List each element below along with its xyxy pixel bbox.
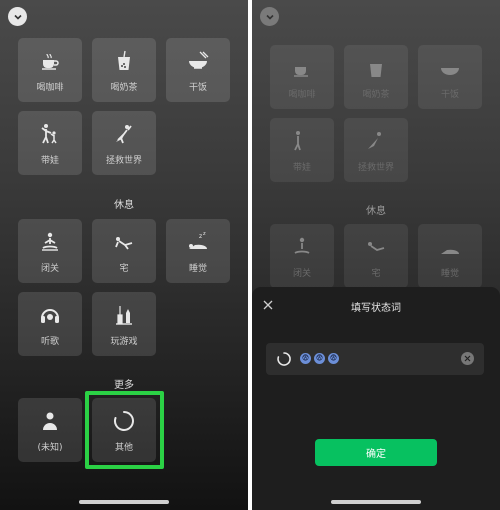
tile-label: 喝咖啡 bbox=[36, 82, 64, 93]
superhero-icon bbox=[111, 121, 137, 147]
status-tile-sleep[interactable]: 睡觉 bbox=[418, 224, 482, 288]
status-tile-seclusion[interactable]: 闭关 bbox=[270, 224, 334, 288]
section-title-rest: 休息 bbox=[366, 206, 386, 217]
status-tile-eat[interactable]: 干饭 bbox=[166, 38, 230, 102]
status-tile-milk-tea[interactable]: 喝奶茶 bbox=[344, 45, 408, 109]
headphones-icon bbox=[37, 302, 63, 328]
tile-label: 喝奶茶 bbox=[362, 89, 390, 100]
home-indicator bbox=[79, 500, 169, 504]
person-icon bbox=[37, 408, 63, 434]
tile-label: 带娃 bbox=[292, 162, 311, 173]
tile-label: 带娃 bbox=[40, 155, 59, 166]
tile-label: 睡觉 bbox=[188, 263, 207, 274]
status-tile-coffee[interactable]: 喝咖啡 bbox=[270, 45, 334, 109]
status-picker-panel: 喝咖啡 喝奶茶 干饭 带娃 拯救世界 休息 闭关 宅 z z 睡觉 听歌 玩游戏… bbox=[0, 0, 248, 510]
svg-text:z: z bbox=[199, 233, 202, 240]
superhero-icon bbox=[363, 128, 389, 154]
status-text-input[interactable]: 😨 😨 😨 bbox=[266, 343, 484, 375]
home-indicator bbox=[331, 500, 421, 504]
status-tile-sleep[interactable]: zz 睡觉 bbox=[166, 219, 230, 283]
status-tile-save-world[interactable]: 拯救世界 bbox=[92, 111, 156, 175]
ring-icon bbox=[277, 352, 291, 366]
status-input-panel: 喝咖啡 喝奶茶 干饭 带娃 拯救世界 休息 闭关 宅 睡觉 填写状态词 😨 � bbox=[252, 0, 500, 510]
svg-text:z: z bbox=[203, 231, 206, 237]
tile-label: 宅 bbox=[371, 268, 381, 279]
status-tile-seclusion[interactable]: 闭关 bbox=[18, 219, 82, 283]
sheet-title: 填写状态词 bbox=[351, 303, 401, 314]
chevron-down-icon bbox=[265, 14, 274, 20]
rice-bowl-icon bbox=[185, 48, 211, 74]
status-tile-homebody[interactable]: 宅 bbox=[344, 224, 408, 288]
selection-highlight bbox=[85, 391, 164, 469]
rice-bowl-icon bbox=[437, 55, 463, 81]
milk-tea-icon bbox=[363, 55, 389, 81]
section-title-more: 更多 bbox=[114, 380, 134, 391]
status-tile-childcare[interactable]: 带娃 bbox=[18, 111, 82, 175]
status-tile-gaming[interactable]: 玩游戏 bbox=[92, 292, 156, 356]
collapse-button[interactable] bbox=[8, 7, 27, 26]
coffee-cup-icon bbox=[37, 48, 63, 74]
tile-label: 闭关 bbox=[292, 268, 311, 279]
game-icon bbox=[111, 302, 137, 328]
parent-child-icon bbox=[289, 128, 315, 154]
status-text-sheet: 填写状态词 😨 😨 😨 确定 bbox=[252, 287, 500, 510]
lounging-icon bbox=[363, 234, 389, 260]
tile-label: 玩游戏 bbox=[110, 336, 138, 347]
tile-label: 拯救世界 bbox=[105, 155, 142, 166]
milk-tea-icon bbox=[111, 48, 137, 74]
status-tile-music[interactable]: 听歌 bbox=[18, 292, 82, 356]
collapse-button[interactable] bbox=[260, 7, 279, 26]
meditation-icon bbox=[37, 229, 63, 255]
meditation-icon bbox=[289, 234, 315, 260]
tile-label: 干饭 bbox=[440, 89, 459, 100]
chevron-down-icon bbox=[13, 14, 22, 20]
tile-label: 喝咖啡 bbox=[288, 89, 316, 100]
tile-label: 拯救世界 bbox=[357, 162, 394, 173]
clear-input-button[interactable] bbox=[461, 352, 474, 365]
coffee-cup-icon bbox=[289, 55, 315, 81]
emoji-fearful: 😨 bbox=[328, 353, 339, 364]
status-tile-unknown[interactable]: (未知) bbox=[18, 398, 82, 462]
emoji-fearful: 😨 bbox=[300, 353, 311, 364]
tile-label: 睡觉 bbox=[440, 268, 459, 279]
clear-icon bbox=[464, 355, 471, 362]
tile-label: 闭关 bbox=[40, 263, 59, 274]
emoji-fearful: 😨 bbox=[314, 353, 325, 364]
tile-label: 喝奶茶 bbox=[110, 82, 138, 93]
sleep-icon bbox=[437, 234, 463, 260]
status-tile-homebody[interactable]: 宅 bbox=[92, 219, 156, 283]
sleep-icon: zz bbox=[185, 229, 211, 255]
confirm-button[interactable]: 确定 bbox=[315, 439, 437, 466]
lounging-icon bbox=[111, 229, 137, 255]
status-tile-save-world[interactable]: 拯救世界 bbox=[344, 118, 408, 182]
status-tile-childcare[interactable]: 带娃 bbox=[270, 118, 334, 182]
tile-label: (未知) bbox=[37, 442, 63, 453]
status-tile-coffee[interactable]: 喝咖啡 bbox=[18, 38, 82, 102]
section-title-rest: 休息 bbox=[114, 200, 134, 211]
status-tile-milk-tea[interactable]: 喝奶茶 bbox=[92, 38, 156, 102]
tile-label: 听歌 bbox=[40, 336, 59, 347]
parent-child-icon bbox=[37, 121, 63, 147]
tile-label: 宅 bbox=[119, 263, 129, 274]
status-tile-eat[interactable]: 干饭 bbox=[418, 45, 482, 109]
tile-label: 干饭 bbox=[188, 82, 207, 93]
